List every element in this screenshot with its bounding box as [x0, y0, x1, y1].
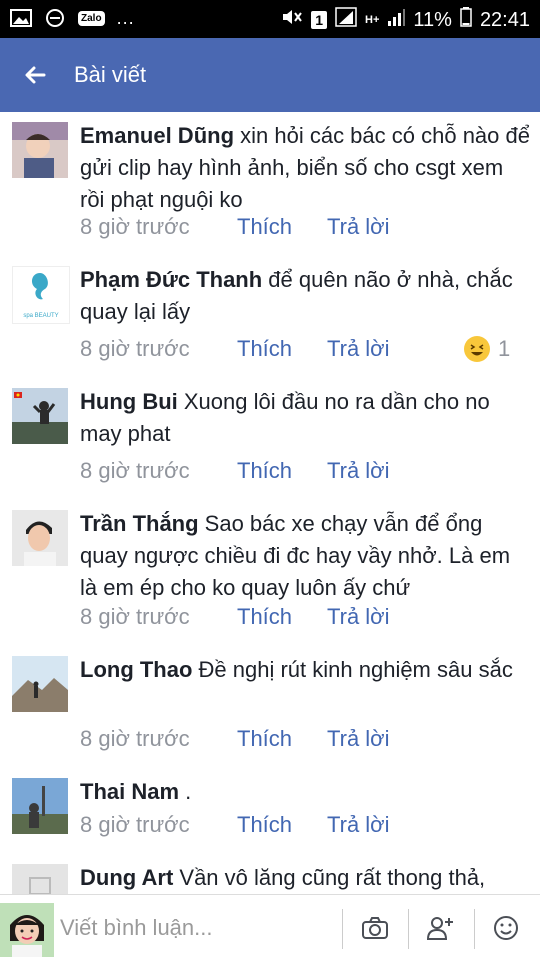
- avatar[interactable]: [12, 510, 68, 566]
- laughing-emoji-icon: [464, 336, 490, 362]
- comment-author[interactable]: Hung Bui: [80, 389, 178, 414]
- comment-author[interactable]: Thai Nam: [80, 779, 179, 804]
- reply-button[interactable]: Trả lời: [327, 214, 390, 240]
- do-not-disturb-icon: [44, 8, 66, 28]
- more-notifications: ...: [116, 8, 135, 28]
- comment-time: 8 giờ trước: [80, 336, 190, 361]
- battery-percent: 11%: [413, 8, 452, 31]
- clock: 22:41: [479, 8, 530, 31]
- comment-input[interactable]: Viết bình luận...: [60, 915, 213, 941]
- divider: [342, 909, 343, 949]
- comment-meta: 8 giờ trước Thích Trả lời: [80, 604, 530, 636]
- reply-button[interactable]: Trả lời: [327, 604, 390, 630]
- signal-bars-icon: [387, 7, 406, 33]
- comment-meta: 8 giờ trước Thích Trả lời: [80, 726, 530, 758]
- comment-text: Đề nghị rút kinh nghiệm sâu sắc: [192, 657, 513, 682]
- app-bar: Bài viết: [0, 38, 540, 112]
- comment-author[interactable]: Phạm Đức Thanh: [80, 267, 262, 292]
- network-type: H+: [365, 13, 380, 26]
- like-button[interactable]: Thích: [237, 214, 292, 240]
- avatar[interactable]: [12, 388, 68, 444]
- comment-author[interactable]: Trần Thắng: [80, 511, 199, 536]
- sim-badge: 1: [311, 11, 328, 29]
- like-button[interactable]: Thích: [237, 336, 292, 362]
- signal-icon: [335, 7, 357, 33]
- avatar[interactable]: spa BEAUTY: [12, 266, 70, 324]
- comment-time: 8 giờ trước: [80, 604, 190, 629]
- avatar[interactable]: [12, 778, 68, 834]
- comment-meta: 8 giờ trước Thích Trả lời 1: [80, 336, 530, 368]
- reply-button[interactable]: Trả lời: [327, 726, 390, 752]
- avatar-caption: spa BEAUTY: [23, 313, 59, 319]
- image-notification-icon: [10, 8, 32, 28]
- page-title: Bài viết: [74, 62, 147, 87]
- avatar[interactable]: [12, 656, 68, 712]
- comment-time: 8 giờ trước: [80, 726, 190, 751]
- zalo-icon: Zalo: [78, 10, 105, 26]
- comment-text: .: [179, 779, 192, 804]
- like-button[interactable]: Thích: [237, 726, 292, 752]
- avatar[interactable]: [12, 122, 68, 178]
- comment-text: Vần vô lăng cũng rất thong thả,: [173, 865, 486, 890]
- back-arrow-icon[interactable]: [22, 62, 48, 88]
- like-button[interactable]: Thích: [237, 458, 292, 484]
- camera-icon[interactable]: [360, 913, 390, 943]
- smiley-icon[interactable]: [491, 913, 521, 943]
- reply-button[interactable]: Trả lời: [327, 458, 390, 484]
- reaction-count: 1: [498, 336, 511, 361]
- comment-author[interactable]: Long Thao: [80, 657, 192, 682]
- comment-author[interactable]: Dung Art: [80, 865, 173, 890]
- mute-icon: [281, 7, 303, 33]
- comment-list[interactable]: Emanuel Dũng xin hỏi các bác có chỗ nào …: [0, 112, 540, 894]
- status-bar: Zalo ... 1 H+ 11% 22:41: [0, 0, 540, 38]
- battery-icon: [460, 7, 472, 33]
- divider: [408, 909, 409, 949]
- comment-meta: 8 giờ trước Thích Trả lời: [80, 812, 530, 844]
- avatar[interactable]: [12, 864, 68, 894]
- comment-time: 8 giờ trước: [80, 812, 190, 837]
- comment-composer: Viết bình luận...: [0, 894, 540, 961]
- divider: [474, 909, 475, 949]
- comment-meta: 8 giờ trước Thích Trả lời: [80, 458, 530, 490]
- comment-meta: 8 giờ trước Thích Trả lời: [80, 214, 530, 246]
- reaction-summary[interactable]: 1: [464, 336, 510, 362]
- comment-time: 8 giờ trước: [80, 214, 190, 239]
- current-user-avatar: [0, 903, 54, 957]
- like-button[interactable]: Thích: [237, 604, 292, 630]
- comment-author[interactable]: Emanuel Dũng: [80, 123, 234, 148]
- like-button[interactable]: Thích: [237, 812, 292, 838]
- add-friend-icon[interactable]: [425, 913, 455, 943]
- comment-time: 8 giờ trước: [80, 458, 190, 483]
- reply-button[interactable]: Trả lời: [327, 812, 390, 838]
- reply-button[interactable]: Trả lời: [327, 336, 390, 362]
